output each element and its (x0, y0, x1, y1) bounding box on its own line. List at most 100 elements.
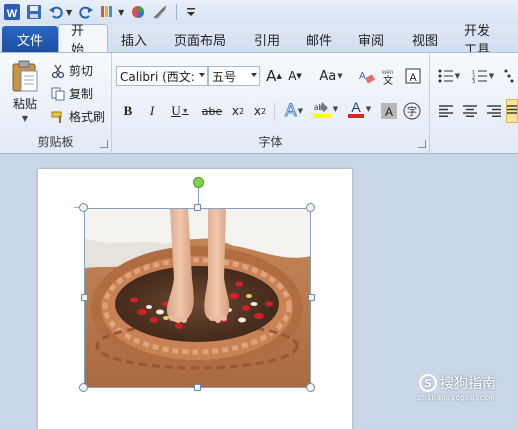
ribbon-tab-bar: 文件 开始 插入 页面布局 引用 邮件 审阅 视图 开发工具 (0, 24, 518, 58)
bold-icon: B (123, 103, 133, 118)
painter-dropdown-icon[interactable]: ▼ (118, 8, 124, 17)
undo-dropdown-icon[interactable]: ▼ (66, 8, 72, 17)
resize-handle-w[interactable] (81, 294, 88, 301)
italic-icon: I (149, 103, 155, 118)
font-size-value: 五号 (212, 69, 237, 84)
align-center-icon (463, 105, 477, 117)
subscript-button[interactable]: x2 (228, 101, 248, 121)
svg-text:A: A (351, 99, 361, 115)
change-case-icon: Aa (319, 68, 337, 84)
character-shading-button[interactable]: A (380, 101, 398, 121)
font-name-select[interactable]: Calibri (西文: (116, 66, 208, 86)
font-launcher-icon[interactable] (418, 140, 426, 148)
clipboard-group-title: 剪贴板 (37, 135, 74, 149)
tab-developer[interactable]: 开发工具 (452, 24, 514, 58)
font-size-select[interactable]: 五号 (208, 66, 260, 86)
multilevel-list-icon (504, 69, 514, 83)
resize-handle-e[interactable] (308, 294, 315, 301)
qat-separator (176, 4, 178, 20)
font-group-title: 字体 (258, 135, 283, 149)
justify-button[interactable] (506, 99, 518, 123)
clear-format-button[interactable]: A (356, 66, 376, 86)
pen-icon[interactable] (150, 2, 170, 22)
multilevel-list-button[interactable] (504, 66, 518, 86)
word-logo-icon[interactable]: W (2, 2, 22, 22)
tab-page-layout[interactable]: 页面布局 (160, 26, 240, 52)
ribbon: 粘贴 ▼ 剪切 复制 格式刷 剪贴板 Calibri (西文: 五号 A ▲ A… (0, 52, 518, 154)
tab-home[interactable]: 开始 (58, 24, 108, 58)
shrink-font-icon: A (288, 69, 297, 83)
change-case-button[interactable]: Aa ▼ (316, 66, 346, 86)
numbering-button[interactable]: 123 ▼ (470, 66, 496, 86)
phonetic-guide-icon: wén文 (381, 70, 393, 85)
svg-text:3: 3 (472, 79, 475, 83)
enclose-characters-icon: 字 (403, 102, 421, 120)
svg-text:A: A (359, 71, 366, 82)
highlighter-icon: ab (312, 102, 331, 118)
resize-handle-se[interactable] (306, 383, 315, 392)
subscript-mark: 2 (239, 106, 245, 116)
italic-button[interactable]: I (142, 101, 162, 121)
tab-insert[interactable]: 插入 (108, 26, 160, 52)
font-color-button[interactable]: A ▼ (344, 99, 374, 119)
svg-text:文: 文 (383, 74, 393, 85)
paste-label: 粘贴 (12, 97, 37, 111)
tab-view[interactable]: 视图 (398, 26, 452, 52)
resize-handle-n[interactable] (194, 204, 201, 211)
font-size-dropdown-icon (251, 73, 257, 77)
underline-icon: U (171, 103, 181, 118)
font-separator (274, 103, 275, 121)
paste-button[interactable]: 粘贴 ▼ (8, 59, 42, 123)
text-effects-button[interactable]: A ▼ (280, 101, 308, 122)
format-painter-button[interactable]: 格式刷 (50, 108, 105, 125)
phonetic-guide-button[interactable]: wén 文 (380, 66, 400, 86)
save-icon[interactable] (24, 2, 44, 22)
superscript-icon: x (253, 104, 261, 118)
tab-review[interactable]: 审阅 (344, 26, 398, 52)
highlight-button[interactable]: ab ▼ (310, 99, 340, 119)
character-border-icon: A (405, 68, 421, 84)
align-center-button[interactable] (460, 101, 480, 121)
paste-icon (10, 59, 40, 93)
resize-handle-s[interactable] (194, 384, 201, 391)
sogou-logo-icon: S (419, 374, 437, 392)
align-left-icon (439, 105, 453, 117)
strikethrough-button[interactable]: abe (200, 101, 224, 121)
character-border-button[interactable]: A (404, 66, 422, 86)
customize-icon[interactable] (181, 2, 201, 22)
paste-dropdown-icon[interactable]: ▼ (22, 114, 28, 123)
watermark-url: zhinan.sogou.com (416, 393, 494, 402)
rotation-handle[interactable] (193, 177, 204, 188)
clipboard-launcher-icon[interactable] (100, 140, 108, 148)
shrink-font-button[interactable]: A ▼ (286, 66, 304, 86)
paragraph-group: ▼ 123 ▼ (430, 53, 518, 153)
bullets-icon (438, 69, 453, 83)
undo-icon[interactable] (46, 2, 66, 22)
grow-font-icon: A (266, 67, 277, 85)
grow-font-button[interactable]: A ▲ (264, 66, 284, 86)
brush-icon (50, 109, 66, 125)
superscript-mark: 2 (261, 106, 267, 116)
svg-text:W: W (7, 8, 18, 20)
text-effects-icon: A (284, 101, 297, 122)
bold-button[interactable]: B (118, 101, 138, 121)
color-icon[interactable] (128, 2, 148, 22)
tab-references[interactable]: 引用 (240, 26, 294, 52)
character-shading-icon: A (381, 103, 397, 119)
enclose-characters-button[interactable]: 字 (402, 101, 422, 121)
resize-handle-sw[interactable] (79, 383, 88, 392)
copy-button[interactable]: 复制 (50, 85, 93, 102)
font-name-dropdown-icon (199, 73, 205, 77)
align-right-button[interactable] (484, 101, 504, 121)
align-left-button[interactable] (436, 101, 456, 121)
bullets-button[interactable]: ▼ (436, 66, 462, 86)
cut-button[interactable]: 剪切 (50, 62, 93, 79)
copy-label: 复制 (69, 87, 94, 101)
format-painter-icon[interactable] (98, 2, 118, 22)
tab-mailings[interactable]: 邮件 (294, 26, 344, 52)
resize-handle-ne[interactable] (306, 203, 315, 212)
superscript-button[interactable]: x2 (250, 101, 270, 121)
underline-button[interactable]: U ▼ (166, 101, 194, 121)
tab-file[interactable]: 文件 (2, 26, 58, 52)
resize-handle-nw[interactable] (79, 203, 88, 212)
